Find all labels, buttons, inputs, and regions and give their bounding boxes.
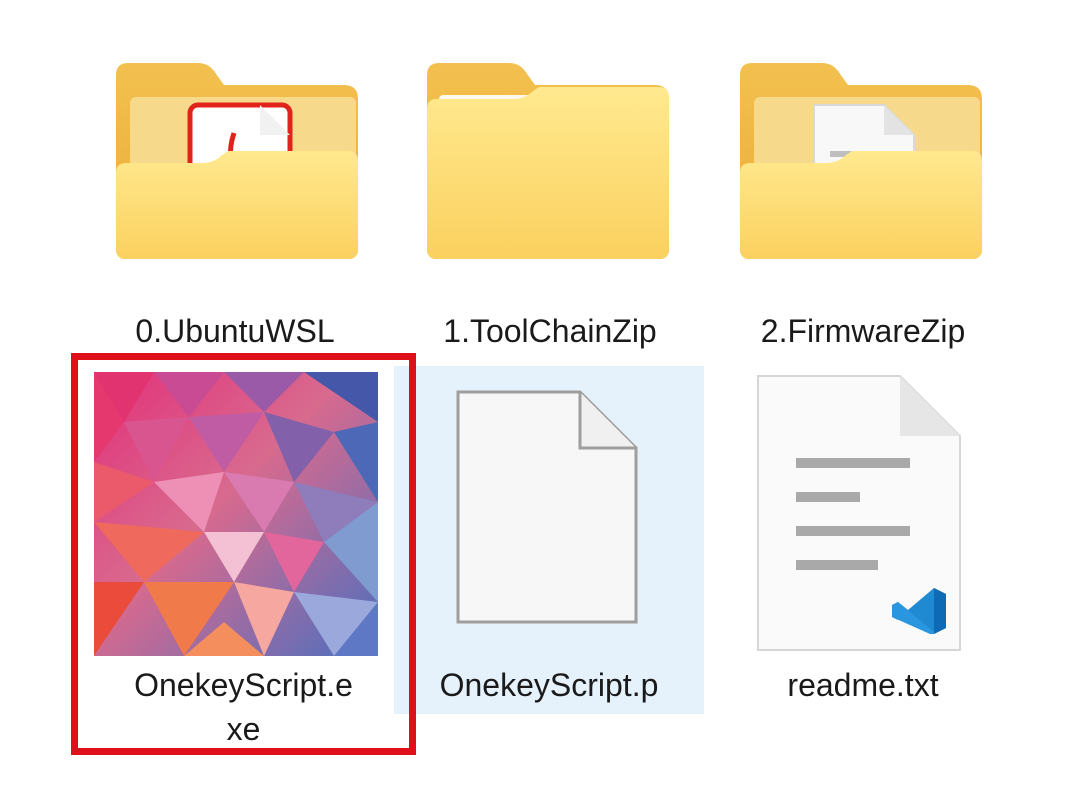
folder-with-document-icon (740, 63, 982, 259)
folder-item-firmwarezip[interactable]: 2.FirmwareZip (718, 50, 1008, 360)
folder-icon (427, 63, 669, 259)
item-label: 2.FirmwareZip (760, 313, 966, 349)
folder-item-ubuntuwsl[interactable]: 0.UbuntuWSL (100, 50, 370, 360)
blank-file-icon (456, 390, 638, 624)
file-item-onekeyscript-p[interactable]: OnekeyScript.p (394, 366, 704, 714)
vscode-text-file-icon (757, 375, 961, 651)
item-label: 0.UbuntuWSL (135, 313, 335, 349)
folder-item-toolchainzip[interactable]: 1.ToolChainZip (405, 50, 695, 360)
folder-with-pdf-icon (116, 63, 358, 259)
highlight-frame (71, 353, 416, 755)
item-label: OnekeyScript.p (439, 667, 659, 703)
item-label: readme.txt (787, 667, 939, 703)
file-item-readme-txt[interactable]: readme.txt (718, 366, 1008, 714)
item-label: 1.ToolChainZip (443, 313, 657, 349)
